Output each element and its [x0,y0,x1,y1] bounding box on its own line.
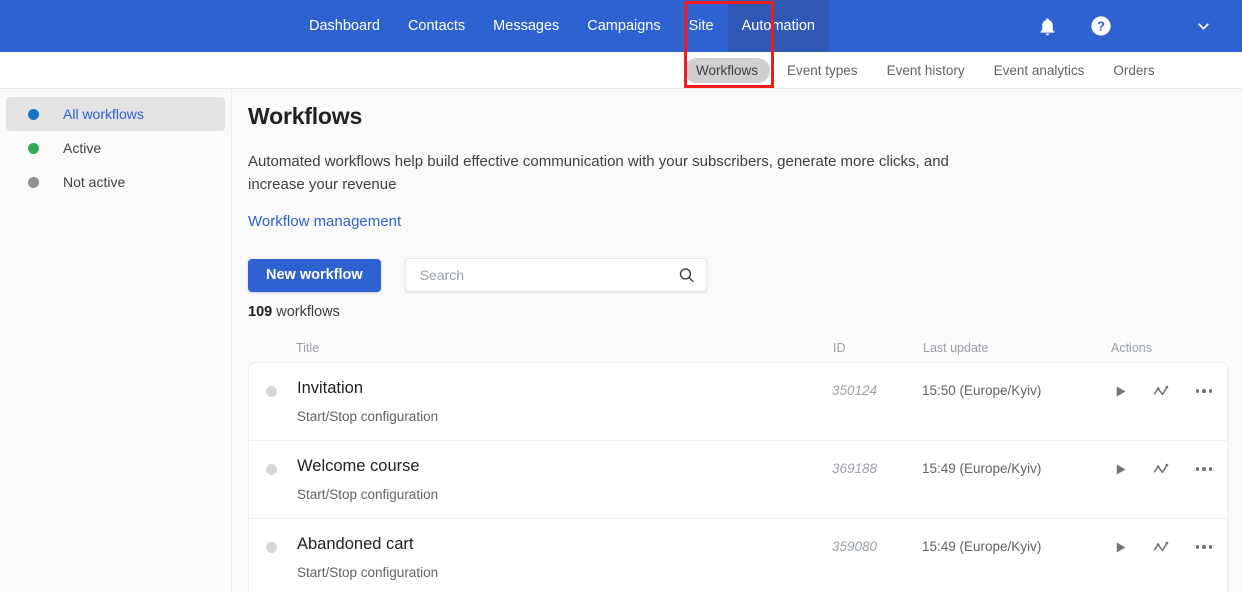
more-options-icon[interactable] [1194,537,1214,557]
nav-link-contacts[interactable]: Contacts [394,0,479,52]
topnav-left-spacer [0,0,295,52]
sub-navigation-bar: Workflows Event types Event history Event a… [0,52,1242,89]
play-icon[interactable] [1110,381,1130,401]
row-text-block: Welcome course Start/Stop configuration [297,457,438,503]
row-title-cell: Abandoned cart Start/Stop configuration [249,535,832,581]
nav-link-campaigns[interactable]: Campaigns [573,0,674,52]
analytics-line-icon[interactable] [1152,381,1172,401]
search-input[interactable] [405,259,706,291]
row-id: 359080 [832,539,878,554]
column-header-id: ID [833,341,846,355]
row-subtitle: Start/Stop configuration [297,565,439,581]
sidebar-item-label: All workflows [63,106,144,122]
subnav-item-event-analytics[interactable]: Event analytics [982,58,1097,83]
subnav-item-orders[interactable]: Orders [1101,58,1166,83]
row-id: 369188 [832,461,878,476]
analytics-line-icon[interactable] [1152,459,1172,479]
page-body: All workflows Active Not active Workflows … [0,89,1242,592]
row-subtitle: Start/Stop configuration [297,409,439,425]
row-actions [1107,379,1227,401]
help-circle-icon[interactable]: ? [1088,13,1114,39]
workflow-management-link[interactable]: Workflow management [248,213,401,230]
workflows-table: Invitation Start/Stop configuration 350124… [248,362,1228,592]
svg-text:?: ? [1097,19,1105,34]
sidebar: All workflows Active Not active [0,89,232,592]
nav-link-automation[interactable]: Automation [727,0,829,52]
main-content: Workflows Automated workflows help build… [232,89,1242,592]
workflow-count-label: workflows [276,304,340,320]
chevron-down-icon[interactable] [1190,13,1216,39]
status-dot-icon [28,108,39,120]
subnav-item-event-types[interactable]: Event types [775,58,870,83]
page-title: Workflows [248,103,363,129]
workflow-count: 109 workflows [248,304,1235,320]
top-navigation-bar: Dashboard Contacts Messages Campaigns Site Au… [0,0,1242,52]
column-header-actions: Actions [1111,341,1152,355]
nav-link-dashboard[interactable]: Dashboard [295,0,394,52]
subnav-items: Workflows Event types Event history Event a… [684,57,1172,83]
row-title[interactable]: Welcome course [297,457,438,475]
row-id: 350124 [832,383,878,398]
topnav-right-icons: ? [1034,0,1242,52]
status-dot-icon [28,142,39,154]
row-text-block: Abandoned cart Start/Stop configuration [297,535,438,581]
sidebar-item-all-workflows[interactable]: All workflows [6,97,225,131]
nav-link-messages[interactable]: Messages [479,0,573,52]
row-last-update: 15:50 (Europe/Kyiv) [922,383,1042,398]
row-title-cell: Welcome course Start/Stop configuration [249,457,832,503]
sidebar-item-not-active[interactable]: Not active [6,165,225,199]
table-header-row: Title ID Last update Actions [248,334,1235,362]
search-box[interactable] [404,258,707,292]
main-nav-links: Dashboard Contacts Messages Campaigns Site Au… [295,0,829,52]
table-row[interactable]: Welcome course Start/Stop configuration 36… [249,441,1227,519]
sidebar-item-active[interactable]: Active [6,131,225,165]
app-window: Dashboard Contacts Messages Campaigns Site Au… [0,0,1242,592]
page-description: Automated workflows help build effective… [248,153,949,193]
row-last-update: 15:49 (Europe/Kyiv) [922,461,1042,476]
play-icon[interactable] [1110,537,1130,557]
search-icon[interactable] [678,267,695,284]
row-actions [1107,457,1227,479]
row-status-dot-icon [266,464,277,475]
play-icon[interactable] [1110,459,1130,479]
row-status-dot-icon [266,542,277,553]
more-options-icon[interactable] [1194,459,1214,479]
row-title[interactable]: Abandoned cart [297,535,438,553]
sidebar-item-label: Active [63,140,102,156]
row-subtitle: Start/Stop configuration [297,487,439,503]
status-dot-icon [28,176,39,188]
row-title-cell: Invitation Start/Stop configuration [249,379,832,425]
column-header-title: Title [296,341,320,355]
controls-row: New workflow [248,258,1235,292]
table-row[interactable]: Abandoned cart Start/Stop configuration 35… [249,519,1227,592]
row-last-update: 15:49 (Europe/Kyiv) [922,539,1042,554]
row-actions [1107,535,1227,557]
column-header-last-update: Last update [923,341,989,355]
row-text-block: Invitation Start/Stop configuration [297,379,438,425]
subnav-item-event-history[interactable]: Event history [875,58,977,83]
table-row[interactable]: Invitation Start/Stop configuration 350124… [249,363,1227,441]
row-title[interactable]: Invitation [297,379,438,397]
workflow-count-number: 109 [248,304,273,320]
subnav-item-workflows[interactable]: Workflows [684,57,771,83]
analytics-line-icon[interactable] [1152,537,1172,557]
bell-icon[interactable] [1034,13,1060,39]
nav-link-site[interactable]: Site [675,0,728,52]
new-workflow-button[interactable]: New workflow [248,258,381,292]
more-options-icon[interactable] [1194,381,1214,401]
row-status-dot-icon [266,386,277,397]
sidebar-item-label: Not active [63,174,126,190]
